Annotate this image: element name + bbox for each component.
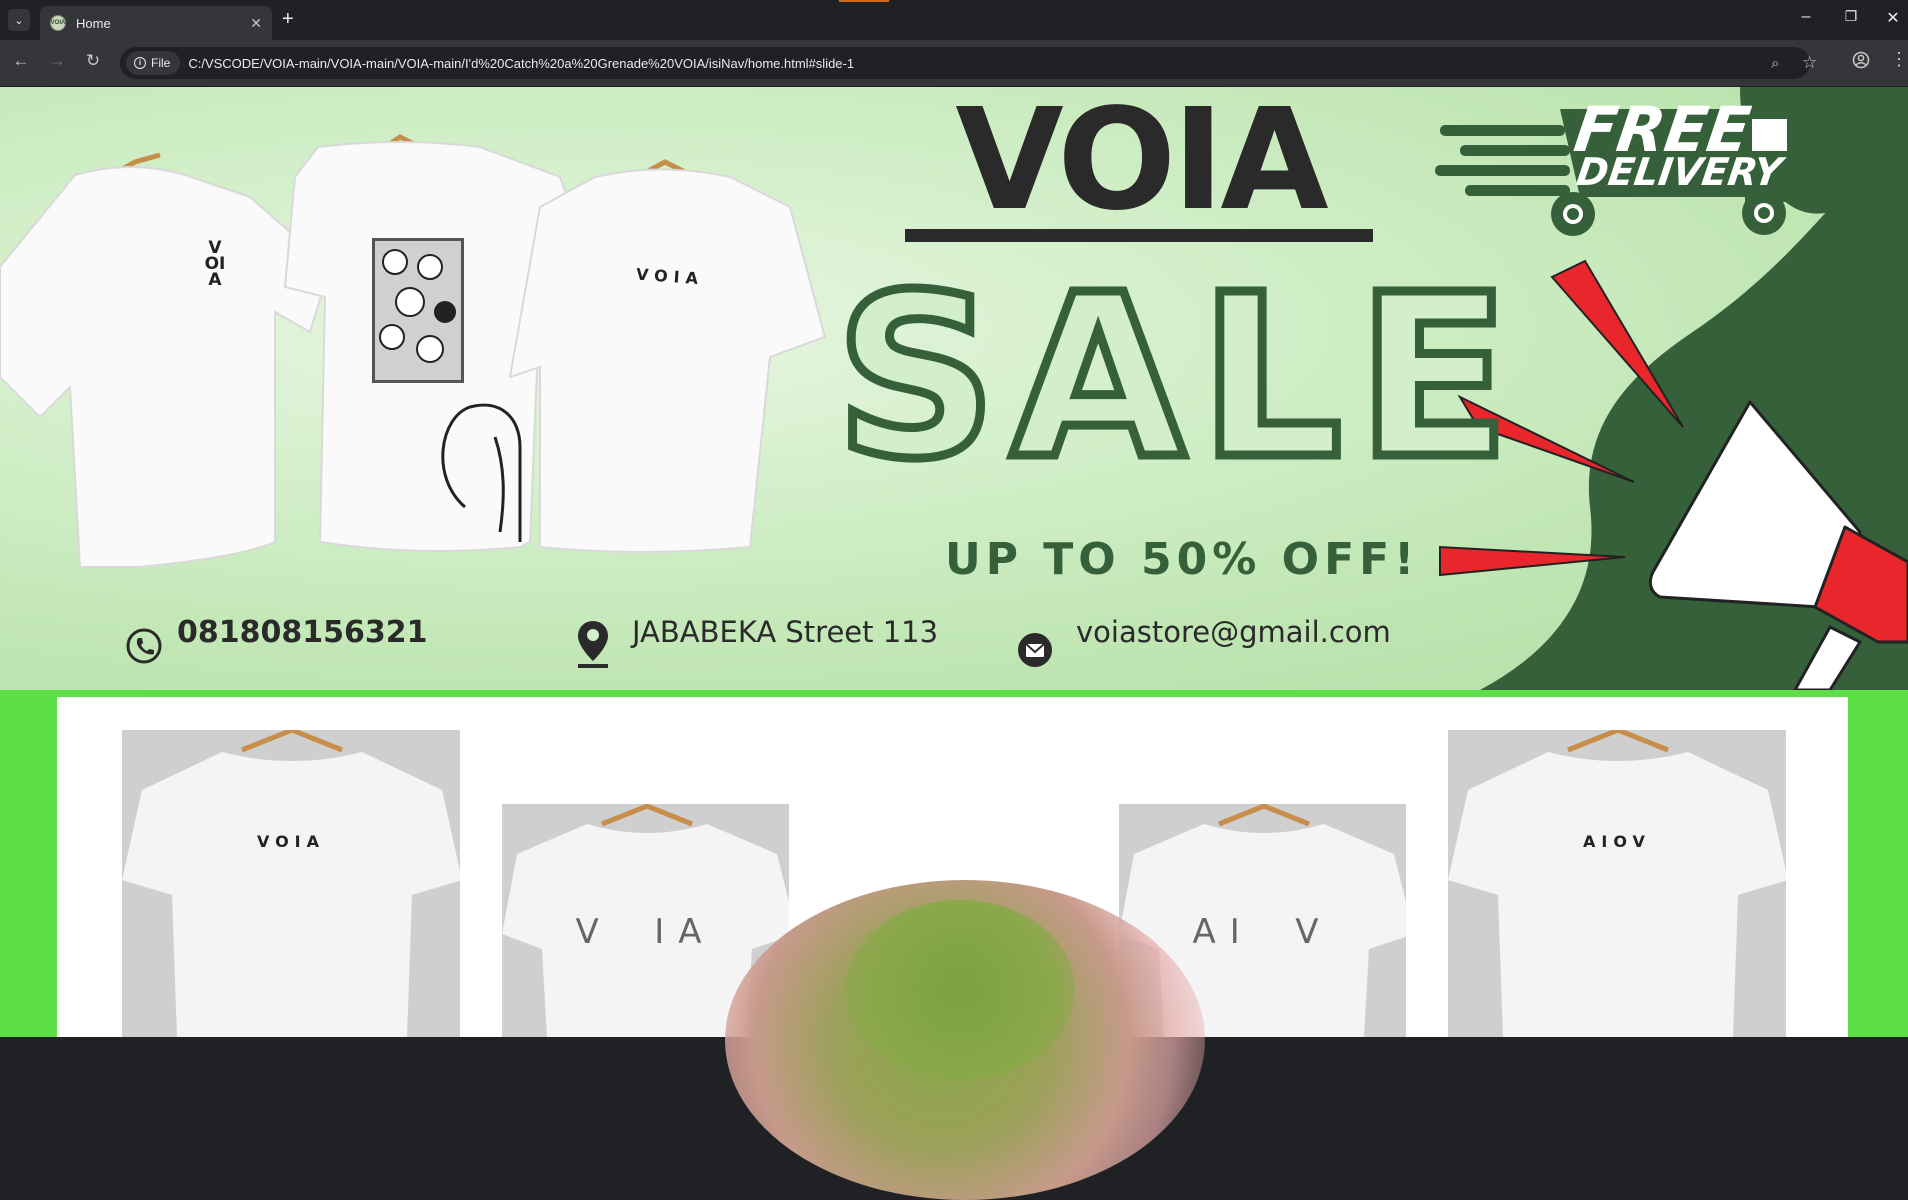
menu-kebab-icon[interactable]: ⋮ bbox=[1890, 49, 1908, 70]
decorative-blob-center bbox=[845, 900, 1075, 1080]
phone-icon bbox=[126, 628, 162, 664]
shirt-print-vertical: V OI A bbox=[203, 240, 227, 290]
close-window-button[interactable]: ✕ bbox=[1878, 8, 1908, 28]
phone-number: 081808156321 bbox=[177, 615, 428, 650]
product-label: AI V bbox=[1192, 912, 1333, 952]
contact-phone: 081808156321 bbox=[177, 615, 428, 650]
tab-home[interactable]: VOIA Home ✕ bbox=[40, 6, 272, 40]
minimize-button[interactable]: – bbox=[1791, 8, 1821, 26]
brand-underline bbox=[905, 229, 1373, 242]
contact-address: JABABEKA Street 113 bbox=[632, 615, 938, 649]
back-arrow-icon[interactable]: ← bbox=[9, 51, 33, 71]
tab-strip-accent bbox=[839, 0, 889, 2]
browser-toolbar: ← → ↻ i File C:/VSCODE/VOIA-main/VOIA-ma… bbox=[0, 40, 1908, 87]
tab-search-button[interactable]: ⌄ bbox=[8, 9, 30, 31]
shirt-print-a: A bbox=[208, 270, 222, 290]
product-label: AIOV bbox=[1583, 832, 1651, 851]
info-icon: i bbox=[134, 57, 146, 69]
favicon-icon: VOIA bbox=[50, 15, 66, 31]
tshirt-left bbox=[0, 152, 332, 568]
new-tab-button[interactable]: + bbox=[282, 8, 294, 30]
product-label: V IA bbox=[575, 912, 716, 952]
site-info-chip[interactable]: i File bbox=[126, 51, 181, 75]
delivery-label: DELIVERY bbox=[1573, 150, 1785, 194]
tab-close-icon[interactable]: ✕ bbox=[250, 15, 262, 32]
profile-icon[interactable] bbox=[1852, 51, 1870, 74]
product-card-1[interactable]: VOIA bbox=[122, 730, 460, 1037]
restore-button[interactable]: ❐ bbox=[1836, 8, 1866, 25]
location-pin-icon bbox=[578, 621, 608, 668]
email-icon bbox=[1018, 633, 1052, 667]
url-text[interactable]: C:/VSCODE/VOIA-main/VOIA-main/VOIA-main/… bbox=[188, 56, 854, 71]
discount-text: UP TO 50% OFF! bbox=[945, 534, 1420, 585]
product-card-4[interactable]: AIOV bbox=[1448, 730, 1786, 1037]
address-bar[interactable]: i File C:/VSCODE/VOIA-main/VOIA-main/VOI… bbox=[120, 47, 1817, 79]
forward-arrow-icon[interactable]: → bbox=[45, 51, 69, 71]
address-text: JABABEKA Street 113 bbox=[632, 615, 939, 649]
tab-title: Home bbox=[76, 15, 111, 31]
reload-icon[interactable]: ↻ bbox=[81, 51, 105, 71]
product-label: VOIA bbox=[256, 832, 326, 851]
zoom-icon[interactable]: ⌕ bbox=[1771, 55, 1779, 72]
brand-title: VOIA bbox=[955, 87, 1328, 242]
tshirt-image bbox=[122, 730, 460, 1037]
tshirt-image bbox=[1448, 730, 1786, 1037]
tshirt-right bbox=[508, 159, 827, 553]
contact-email: voiastore@gmail.com bbox=[1076, 615, 1391, 649]
tab-bar: ⌄ VOIA Home ✕ + – ❐ ✕ bbox=[0, 0, 1908, 40]
email-text: voiastore@gmail.com bbox=[1076, 615, 1391, 649]
site-chip-label: File bbox=[151, 56, 171, 70]
hero-slide: V OI A VOIA VOIA FREE DELIVERY SALE UP T… bbox=[0, 87, 1908, 690]
bookmark-star-icon[interactable]: ☆ bbox=[1802, 53, 1817, 73]
sale-heading: SALE bbox=[831, 247, 1525, 509]
